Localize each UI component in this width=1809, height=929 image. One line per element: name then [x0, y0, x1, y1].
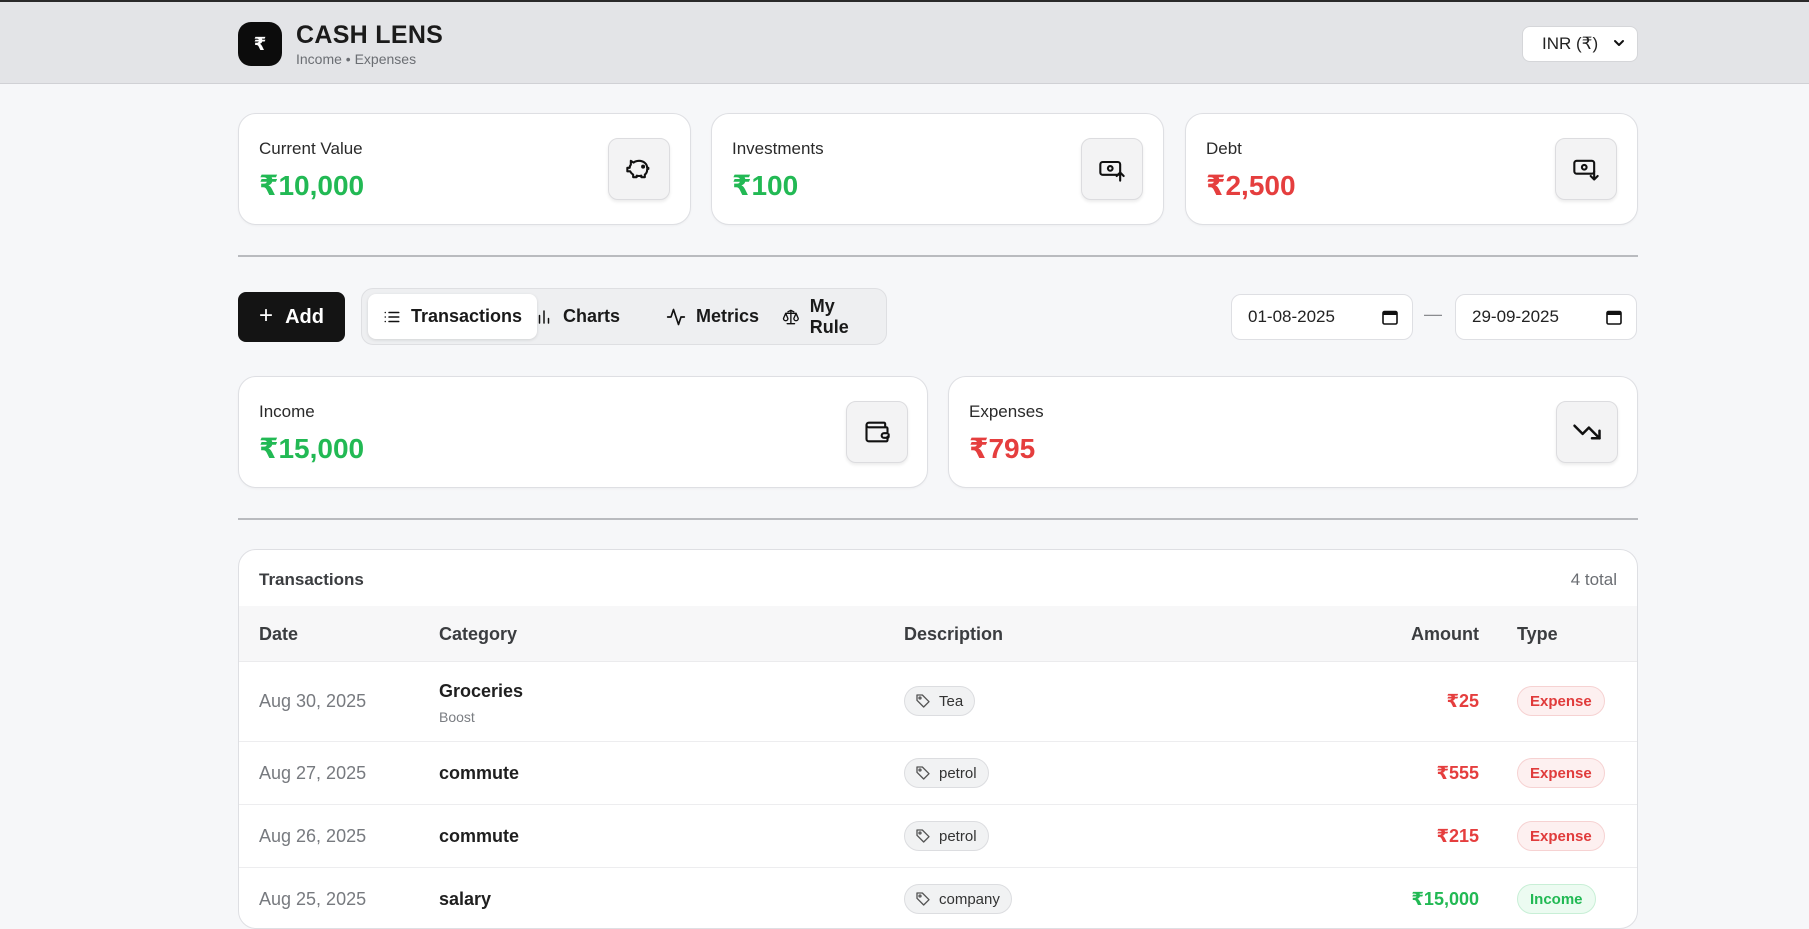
tab-label: Transactions — [411, 306, 523, 326]
card-value: ₹10,000 — [259, 170, 365, 201]
calendar-icon[interactable] — [1606, 309, 1622, 325]
tab-label: My Rule — [809, 295, 849, 337]
row-subcategory: Boost — [439, 709, 475, 725]
row-amount: ₹215 — [1436, 826, 1479, 846]
add-label: Add — [285, 305, 324, 328]
view-tabs: Transactions Charts Metrics My Rule — [361, 288, 887, 345]
row-category: salary — [439, 889, 492, 909]
row-category: Groceries — [439, 681, 524, 701]
row-date: Aug 25, 2025 — [259, 889, 367, 909]
table-title: Transactions — [259, 570, 364, 589]
table-row[interactable]: Aug 30, 2025 Groceries Boost Tea ₹25 Exp… — [239, 662, 1637, 742]
table-row[interactable]: Aug 25, 2025 salary company ₹15,000 Inco… — [239, 868, 1637, 928]
column-header-date: Date — [259, 624, 299, 644]
description-tag: petrol — [904, 758, 989, 788]
description-text: petrol — [939, 827, 977, 845]
type-badge: Expense — [1517, 686, 1605, 716]
card-value: ₹2,500 — [1206, 170, 1296, 201]
row-amount: ₹15,000 — [1411, 889, 1479, 909]
app-subtitle: Income • Expenses — [296, 51, 417, 67]
card-value: ₹15,000 — [259, 433, 365, 464]
card-value: ₹100 — [732, 170, 799, 201]
banknote-arrow-up-icon — [1081, 138, 1143, 200]
bar-chart-icon — [538, 309, 550, 324]
row-date: Aug 27, 2025 — [259, 763, 367, 783]
row-amount: ₹25 — [1446, 691, 1479, 711]
table-row[interactable]: Aug 27, 2025 commute petrol ₹555 Expense — [239, 742, 1637, 805]
investments-card: Investments ₹100 — [711, 113, 1164, 225]
description-text: Tea — [939, 692, 964, 710]
type-badge: Income — [1517, 884, 1596, 914]
description-tag: Tea — [904, 686, 976, 716]
column-header-amount: Amount — [1411, 624, 1479, 644]
card-label: Income — [259, 402, 315, 421]
expenses-card: Expenses ₹795 — [948, 376, 1638, 488]
add-button[interactable]: + Add — [238, 292, 345, 342]
brand: ₹ CASH LENS Income • Expenses — [238, 21, 443, 67]
tag-icon — [916, 892, 930, 906]
table-total-count: 4 total — [1570, 570, 1617, 589]
type-badge: Expense — [1517, 758, 1605, 788]
date-to-input[interactable]: 29-09-2025 — [1455, 294, 1637, 340]
scale-icon — [782, 309, 799, 324]
tab-my-rule[interactable]: My Rule — [767, 294, 886, 339]
row-date: Aug 26, 2025 — [259, 826, 367, 846]
table-row[interactable]: Aug 26, 2025 commute petrol ₹215 Expense — [239, 805, 1637, 868]
type-badge: Expense — [1517, 821, 1605, 851]
card-value: ₹795 — [969, 433, 1036, 464]
transactions-table: Transactions 4 total Date Category Descr… — [238, 549, 1638, 929]
card-label: Investments — [732, 139, 824, 158]
tab-transactions[interactable]: Transactions — [368, 294, 538, 339]
row-date: Aug 30, 2025 — [259, 691, 367, 711]
tag-icon — [916, 766, 930, 780]
list-icon — [384, 311, 400, 322]
current-value-card: Current Value ₹10,000 — [238, 113, 691, 225]
piggy-bank-icon — [608, 138, 670, 200]
app-title: CASH LENS — [296, 21, 444, 49]
rupee-logo-icon: ₹ — [238, 22, 282, 66]
tag-icon — [916, 829, 930, 843]
row-category: commute — [439, 826, 520, 846]
currency-select[interactable]: INR (₹) — [1522, 26, 1638, 62]
date-separator: — — [1424, 304, 1442, 324]
card-label: Current Value — [259, 139, 363, 158]
divider — [238, 518, 1638, 520]
divider — [238, 255, 1638, 257]
income-card: Income ₹15,000 — [238, 376, 928, 488]
date-from-value: 01-08-2025 — [1248, 307, 1335, 326]
debt-card: Debt ₹2,500 — [1185, 113, 1638, 225]
plus-icon: + — [259, 302, 274, 329]
currency-value: INR (₹) — [1542, 34, 1599, 53]
description-tag: petrol — [904, 821, 989, 851]
tab-charts[interactable]: Charts — [520, 294, 635, 339]
description-tag: company — [904, 884, 1012, 914]
activity-icon — [666, 308, 686, 325]
description-text: petrol — [939, 764, 977, 782]
card-label: Debt — [1206, 139, 1242, 158]
trending-down-icon — [1556, 401, 1618, 463]
calendar-icon[interactable] — [1382, 309, 1398, 325]
tab-label: Charts — [563, 306, 621, 326]
tag-icon — [916, 694, 930, 708]
column-header-description: Description — [904, 624, 1004, 644]
row-amount: ₹555 — [1436, 763, 1479, 783]
date-from-input[interactable]: 01-08-2025 — [1231, 294, 1413, 340]
top-bar: ₹ CASH LENS Income • Expenses INR (₹) — [0, 0, 1809, 84]
column-header-category: Category — [439, 624, 518, 644]
banknote-arrow-down-icon — [1555, 138, 1617, 200]
card-label: Expenses — [969, 402, 1044, 421]
date-to-value: 29-09-2025 — [1472, 307, 1559, 326]
tab-metrics[interactable]: Metrics — [651, 294, 774, 339]
description-text: company — [939, 890, 1000, 908]
table-header: Date Category Description Amount Type — [239, 606, 1637, 662]
tab-label: Metrics — [696, 306, 760, 326]
chevron-down-icon — [1614, 40, 1624, 46]
wallet-icon — [846, 401, 908, 463]
row-category: commute — [439, 763, 520, 783]
column-header-type: Type — [1517, 624, 1558, 644]
